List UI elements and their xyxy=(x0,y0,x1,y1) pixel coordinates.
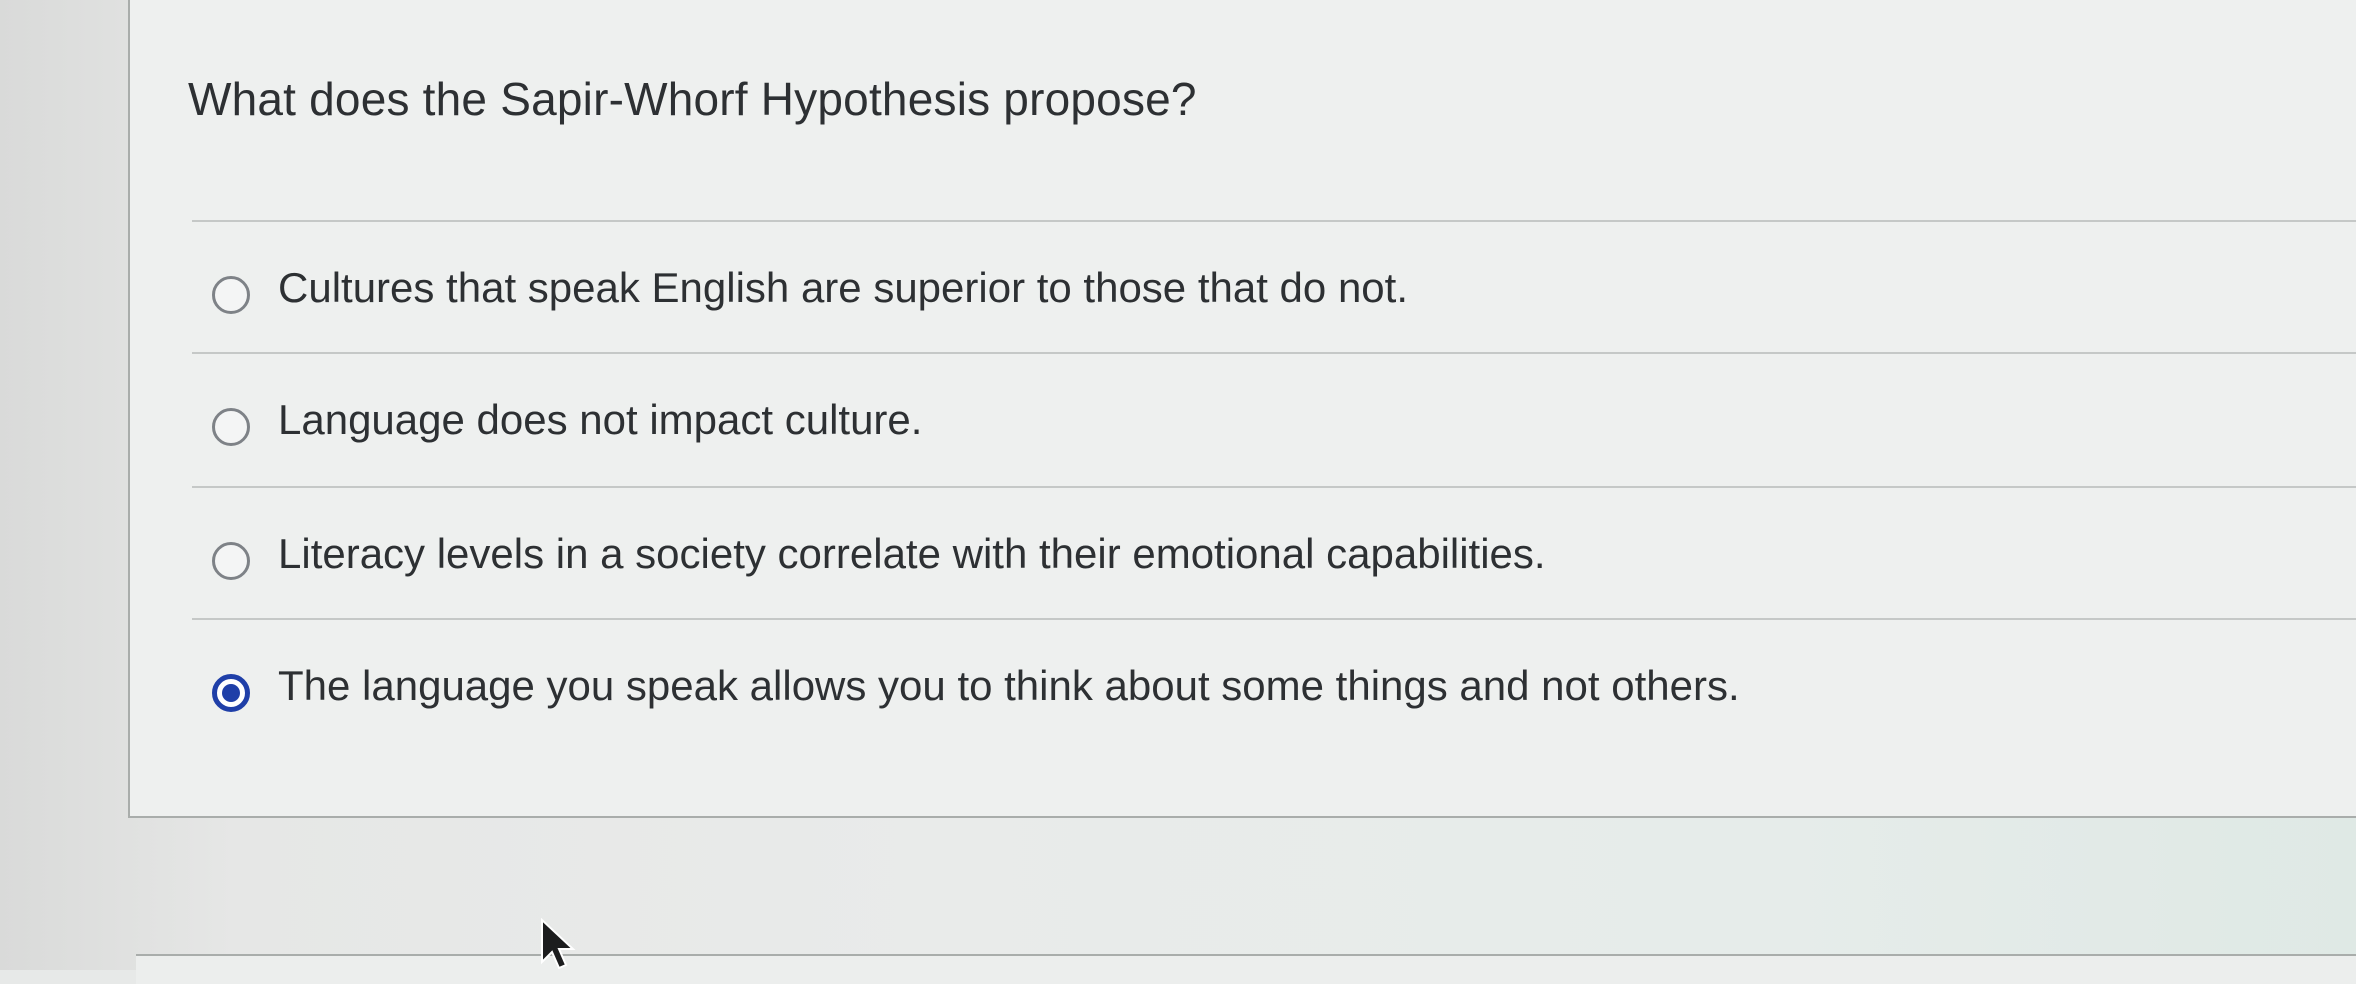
radio-button[interactable] xyxy=(212,408,250,446)
radio-button[interactable] xyxy=(212,276,250,314)
answer-option[interactable]: Literacy levels in a society correlate w… xyxy=(192,486,2356,616)
answer-option[interactable]: Language does not impact culture. xyxy=(192,352,2356,482)
answer-option-selected[interactable]: The language you speak allows you to thi… xyxy=(192,618,2356,748)
answer-label[interactable]: Cultures that speak English are superior… xyxy=(278,264,1408,312)
answer-label[interactable]: The language you speak allows you to thi… xyxy=(278,662,1740,710)
answer-label[interactable]: Language does not impact culture. xyxy=(278,396,922,444)
answer-option[interactable]: Cultures that speak English are superior… xyxy=(192,220,2356,350)
radio-button[interactable] xyxy=(212,542,250,580)
answer-label[interactable]: Literacy levels in a society correlate w… xyxy=(278,530,1546,578)
selected-radio-button[interactable] xyxy=(212,674,250,712)
mouse-pointer-icon xyxy=(541,918,576,970)
question-text: What does the Sapir-Whorf Hypothesis pro… xyxy=(188,73,1197,125)
next-question-card xyxy=(136,954,2356,984)
